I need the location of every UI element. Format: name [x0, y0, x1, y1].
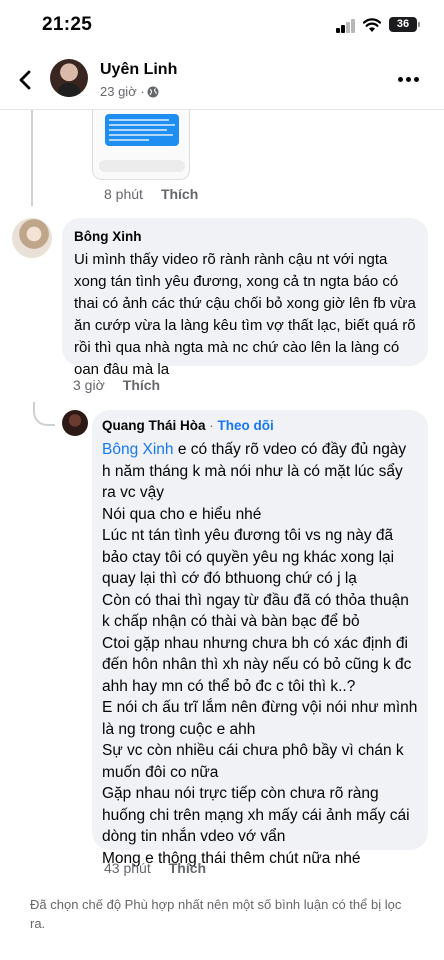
mention-link[interactable]: Bông Xinh [102, 441, 174, 458]
reply-connector [33, 402, 55, 426]
like-button[interactable]: Thích [169, 860, 206, 876]
battery-icon: 36 [389, 17, 420, 32]
reply-time: 43 phút [104, 860, 151, 876]
signal-icon [336, 19, 356, 33]
author-avatar[interactable] [50, 59, 88, 97]
reply-header: Quang Thái Hòa · Theo dõi [102, 417, 418, 435]
back-arrow-icon[interactable] [16, 68, 36, 92]
reply-body: e có thấy rõ vdeo có đầy đủ ngày h năm t… [102, 441, 418, 867]
previous-comment-time: 8 phút [104, 186, 143, 202]
chat-bubble-thumbnail [105, 114, 179, 146]
name-separator: · [205, 418, 218, 433]
comment-time: 3 giờ [73, 377, 105, 393]
previous-comment-meta: 8 phút Thích [104, 186, 198, 202]
comment-bubble: Bông Xinh Ui mình thấy video rõ rành ràn… [62, 218, 428, 378]
replier-avatar[interactable] [62, 410, 88, 436]
replier-name[interactable]: Quang Thái Hòa [102, 418, 206, 433]
like-button[interactable]: Thích [161, 186, 198, 202]
comment-meta: 3 giờ Thích [73, 377, 160, 393]
like-button[interactable]: Thích [123, 377, 160, 393]
status-bar: 21:25 36 [0, 0, 444, 50]
follow-button[interactable]: Theo dõi [218, 418, 274, 433]
author-name[interactable]: Uyên Linh [100, 61, 177, 79]
globe-icon [147, 86, 159, 98]
wifi-icon [362, 18, 382, 32]
thread-line [31, 110, 33, 206]
commenter-name[interactable]: Bông Xinh [74, 228, 416, 246]
reply-text: Bông Xinh e có thấy rõ vdeo có đầy đủ ng… [102, 439, 418, 869]
comment-image-attachment[interactable] [92, 110, 190, 180]
post-time: 23 giờ · [100, 84, 145, 99]
post-header: Uyên Linh 23 giờ · [0, 50, 444, 110]
comment-text: Ui mình thấy video rõ rành rành cậu nt v… [74, 251, 416, 378]
reply-meta: 43 phút Thích [104, 860, 206, 876]
reply-bubble: Quang Thái Hòa · Theo dõi Bông Xinh e có… [92, 410, 428, 867]
more-options-icon[interactable] [398, 77, 420, 83]
commenter-avatar[interactable] [12, 218, 52, 258]
filter-notice: Đã chọn chế độ Phù hợp nhất nên một số b… [30, 897, 402, 931]
status-time: 21:25 [42, 14, 93, 35]
chat-input-thumbnail [99, 160, 185, 172]
